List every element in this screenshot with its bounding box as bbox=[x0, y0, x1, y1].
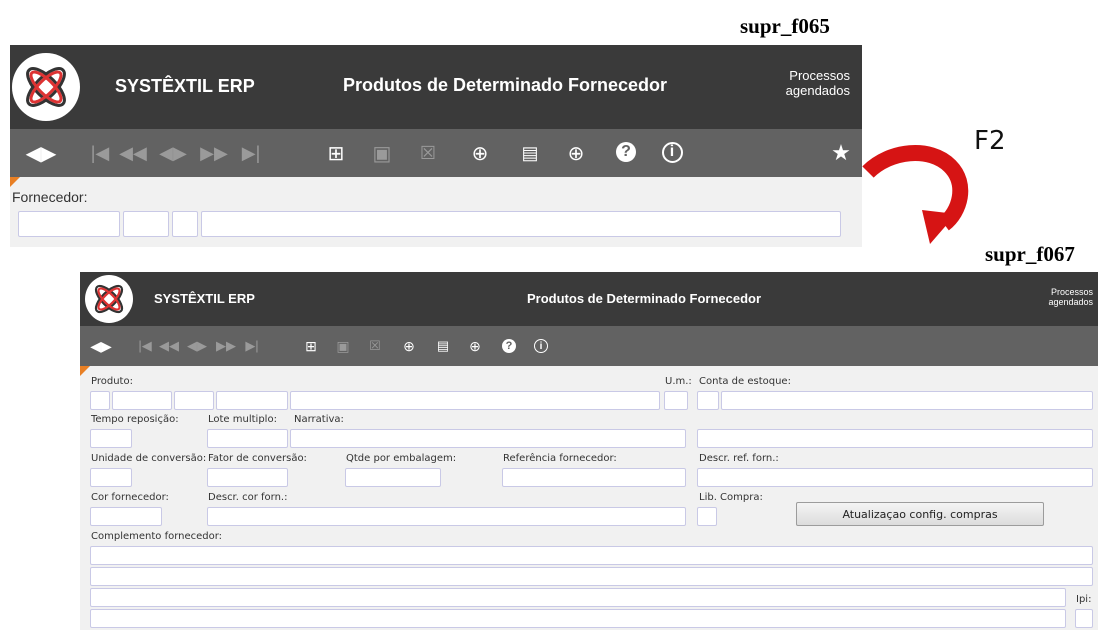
transition-arrow-icon bbox=[862, 145, 969, 244]
conta-estoque-code-input[interactable] bbox=[697, 391, 719, 410]
lib-compra-input[interactable] bbox=[697, 507, 717, 526]
produto-sub-input[interactable] bbox=[174, 391, 214, 410]
delete-icon[interactable]: ☒ bbox=[366, 336, 384, 356]
delete-icon[interactable]: ☒ bbox=[416, 141, 440, 165]
unidade-conversao-input[interactable] bbox=[90, 468, 132, 487]
form-corner-marker bbox=[10, 177, 20, 187]
lote-multiplo-label: Lote multiplo: bbox=[208, 414, 277, 425]
brand-name-2: SYSTÊXTIL ERP bbox=[154, 291, 255, 306]
save-icon[interactable]: ▣ bbox=[370, 141, 394, 165]
narrativa-label: Narrativa: bbox=[294, 414, 344, 425]
fast-back-icon[interactable]: ◀◀ bbox=[118, 141, 148, 165]
top-screen-code: supr_f065 bbox=[740, 14, 830, 38]
complemento-line4-input[interactable] bbox=[90, 609, 1066, 628]
add-icon[interactable]: ⊕ bbox=[468, 141, 492, 165]
zoom-icon[interactable]: ⊕ bbox=[466, 336, 484, 356]
narrativa-extra-input[interactable] bbox=[697, 429, 1093, 448]
descr-cor-forn-label: Descr. cor forn.: bbox=[208, 492, 288, 503]
bottom-screen-code: supr_f067 bbox=[985, 242, 1075, 266]
first-record-icon[interactable]: |◀ bbox=[136, 336, 154, 356]
query-icon[interactable]: ▤ bbox=[434, 336, 452, 356]
conta-estoque-label: Conta de estoque: bbox=[699, 376, 791, 387]
info-icon[interactable]: i bbox=[532, 336, 550, 356]
prev-next-icon[interactable]: ◀▶ bbox=[156, 141, 190, 165]
brand-name: SYSTÊXTIL ERP bbox=[115, 76, 255, 96]
fornecedor-cgc4-input[interactable] bbox=[123, 211, 169, 237]
produto-nivel-input[interactable] bbox=[90, 391, 110, 410]
fornecedor-cgc2-input[interactable] bbox=[172, 211, 198, 237]
window2-header: SYSTÊXTIL ERP Produtos de Determinado Fo… bbox=[80, 272, 1098, 326]
referencia-fornecedor-input[interactable] bbox=[502, 468, 686, 487]
tempo-reposicao-input[interactable] bbox=[90, 429, 132, 448]
systextil-logo-small bbox=[85, 275, 133, 323]
add-icon[interactable]: ⊕ bbox=[400, 336, 418, 356]
page-title-2: Produtos de Determinado Fornecedor bbox=[527, 291, 762, 306]
window2-toolbar: ◀▶ |◀ ◀◀ ◀▶ ▶▶ ▶| ⊞ ▣ ☒ ⊕ ▤ ⊕ ? i bbox=[80, 326, 1098, 366]
lote-multiplo-input[interactable] bbox=[207, 429, 288, 448]
cor-fornecedor-input[interactable] bbox=[90, 507, 162, 526]
conta-estoque-desc-input[interactable] bbox=[721, 391, 1093, 410]
window1-header: SYSTÊXTIL ERP Produtos de Determinado Fo… bbox=[10, 45, 862, 129]
window1-toolbar: ◀▶ |◀ ◀◀ ◀▶ ▶▶ ▶| ⊞ ▣ ☒ ⊕ ▤ ⊕ ? i ★ bbox=[10, 129, 862, 177]
fornecedor-label: Fornecedor: bbox=[12, 189, 88, 205]
query-icon[interactable]: ▤ bbox=[518, 141, 542, 165]
um-input[interactable] bbox=[664, 391, 688, 410]
page-title: Produtos de Determinado Fornecedor bbox=[343, 75, 668, 95]
complemento-line3-input[interactable] bbox=[90, 588, 1066, 607]
descr-ref-forn-input[interactable] bbox=[697, 468, 1093, 487]
produto-label: Produto: bbox=[91, 376, 133, 387]
lib-compra-label: Lib. Compra: bbox=[699, 492, 763, 503]
window2-form: Produto: U.m.: Conta de estoque: Tempo r… bbox=[80, 366, 1098, 630]
systextil-logo bbox=[12, 53, 80, 121]
produto-descricao-input[interactable] bbox=[290, 391, 660, 410]
last-record-icon[interactable]: ▶| bbox=[238, 141, 264, 165]
fornecedor-name-input[interactable] bbox=[201, 211, 841, 237]
tempo-reposicao-label: Tempo reposição: bbox=[91, 414, 179, 425]
um-label: U.m.: bbox=[665, 376, 692, 387]
first-record-icon[interactable]: |◀ bbox=[88, 141, 112, 165]
referencia-fornecedor-label: Referência fornecedor: bbox=[503, 453, 617, 464]
qtde-embalagem-input[interactable] bbox=[345, 468, 441, 487]
unidade-conversao-label: Unidade de conversão: bbox=[91, 453, 207, 464]
new-record-icon[interactable]: ⊞ bbox=[302, 336, 320, 356]
fator-conversao-label: Fator de conversão: bbox=[208, 453, 307, 464]
last-record-icon[interactable]: ▶| bbox=[242, 336, 262, 356]
save-icon[interactable]: ▣ bbox=[334, 336, 352, 356]
complemento-fornecedor-label: Complemento fornecedor: bbox=[91, 531, 223, 542]
qtde-embalagem-label: Qtde por embalagem: bbox=[346, 453, 457, 464]
favorite-star-icon[interactable]: ★ bbox=[828, 140, 854, 166]
descr-cor-forn-input[interactable] bbox=[207, 507, 686, 526]
ipi-input[interactable] bbox=[1075, 609, 1093, 628]
fornecedor-cgc9-input[interactable] bbox=[18, 211, 120, 237]
cor-fornecedor-label: Cor fornecedor: bbox=[91, 492, 169, 503]
ipi-label: Ipi: bbox=[1076, 594, 1092, 605]
window1-form: Fornecedor: bbox=[10, 177, 862, 247]
scheduled-processes-link-2[interactable]: Processos agendados bbox=[1028, 287, 1093, 307]
scheduled-processes-link[interactable]: Processos agendados bbox=[770, 68, 850, 98]
descr-ref-forn-label: Descr. ref. forn.: bbox=[699, 453, 779, 464]
narrativa-input[interactable] bbox=[290, 429, 686, 448]
help-icon[interactable]: ? bbox=[614, 140, 638, 164]
fast-forward-icon[interactable]: ▶▶ bbox=[214, 336, 238, 356]
produto-grupo-input[interactable] bbox=[112, 391, 172, 410]
complemento-line2-input[interactable] bbox=[90, 567, 1093, 586]
produto-item-input[interactable] bbox=[216, 391, 288, 410]
new-record-icon[interactable]: ⊞ bbox=[324, 141, 348, 165]
nav-back-forward-icon[interactable]: ◀▶ bbox=[22, 141, 60, 165]
update-purchase-config-button[interactable]: Atualizaçao config. compras bbox=[796, 502, 1044, 526]
fast-forward-icon[interactable]: ▶▶ bbox=[198, 141, 230, 165]
fast-back-icon[interactable]: ◀◀ bbox=[158, 336, 180, 356]
complemento-line1-input[interactable] bbox=[90, 546, 1093, 565]
prev-next-icon[interactable]: ◀▶ bbox=[184, 336, 210, 356]
help-icon[interactable]: ? bbox=[500, 336, 518, 356]
nav-back-forward-icon[interactable]: ◀▶ bbox=[86, 336, 116, 356]
fator-conversao-input[interactable] bbox=[207, 468, 288, 487]
form-corner-marker-2 bbox=[80, 366, 90, 376]
zoom-icon[interactable]: ⊕ bbox=[564, 141, 588, 165]
info-icon[interactable]: i bbox=[660, 140, 684, 164]
